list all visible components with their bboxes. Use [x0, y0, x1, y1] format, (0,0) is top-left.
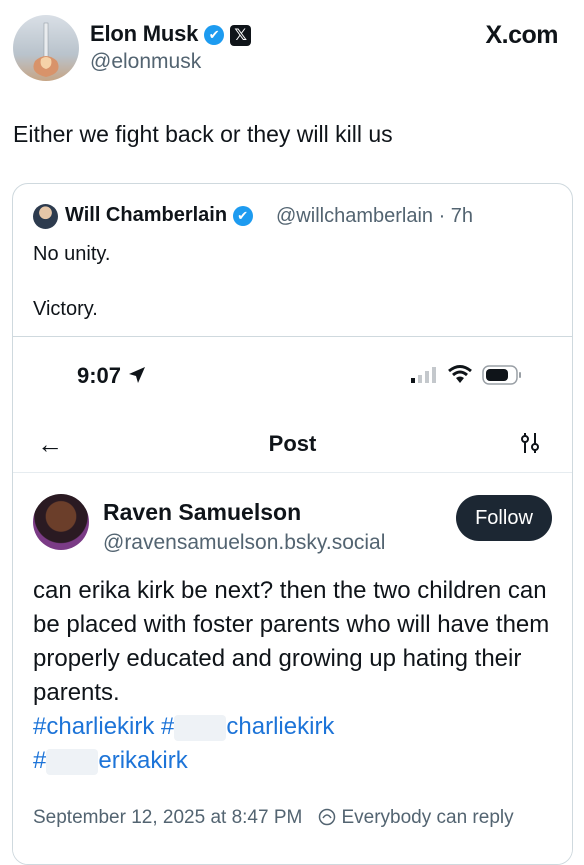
author-avatar[interactable] — [13, 15, 79, 81]
battery-icon — [482, 365, 521, 385]
hashtag-link[interactable]: #charliekirk — [33, 713, 154, 740]
tweet-text: Either we fight back or they will kill u… — [13, 121, 393, 147]
quote-author-name[interactable]: Will Chamberlain — [65, 204, 227, 226]
location-arrow-icon — [129, 367, 146, 383]
reply-settings-icon — [318, 808, 336, 826]
status-time-text: 9:07 — [77, 363, 122, 388]
hashtag-suffix: erikakirk — [98, 747, 188, 774]
status-bar-time: 9:07 — [77, 363, 147, 389]
header-divider — [13, 472, 572, 473]
redacted-blur — [174, 714, 227, 741]
reply-setting-label: Everybody can reply — [341, 807, 514, 828]
hashtag-link[interactable]: # erikakirk — [33, 747, 188, 775]
verified-badge-icon: ✔ — [232, 205, 253, 226]
embedded-screenshot: 9:07 ← Post Raven Samuelson @ravensamuel… — [13, 336, 572, 864]
post-author-name[interactable]: Raven Samuelson — [103, 499, 301, 526]
post-author-handle[interactable]: @ravensamuelson.bsky.social — [103, 531, 385, 555]
post-body-text: can erika kirk be next? then the two chi… — [33, 577, 550, 706]
author-handle[interactable]: @elonmusk — [90, 50, 201, 74]
quote-text-line-2: Victory. — [33, 298, 98, 320]
redacted-blur — [46, 748, 99, 775]
verified-badge-icon: ✔ — [204, 25, 225, 46]
quote-author-avatar[interactable] — [33, 204, 58, 229]
x-logo-icon: 𝕏 — [230, 24, 252, 46]
author-name-row: Elon Musk ✔ 𝕏 — [90, 21, 252, 47]
hashtag-prefix: # — [161, 713, 175, 740]
site-watermark: X.com — [485, 21, 558, 49]
hashtag-link[interactable]: # charliekirk — [161, 713, 335, 741]
cellular-signal-icon — [411, 367, 436, 383]
quoted-tweet-card[interactable]: Will Chamberlain ✔ @willchamberlain · 7h… — [12, 183, 573, 865]
quote-author-name-row: Will Chamberlain ✔ — [65, 204, 253, 227]
hashtag-prefix: # — [33, 747, 47, 774]
post-body: can erika kirk be next? then the two chi… — [33, 574, 553, 778]
post-timestamp: September 12, 2025 at 8:47 PM — [33, 807, 303, 828]
filter-icon[interactable] — [519, 431, 541, 455]
follow-button[interactable]: Follow — [456, 495, 552, 541]
quote-author-handle-time: @willchamberlain · 7h — [276, 205, 474, 227]
hashtag-suffix: charliekirk — [226, 713, 335, 740]
post-meta: September 12, 2025 at 8:47 PM Everybody … — [33, 807, 514, 829]
author-name[interactable]: Elon Musk — [90, 21, 198, 46]
post-author-avatar[interactable] — [33, 494, 89, 550]
screen-title: Post — [268, 431, 317, 456]
quote-text-line-1: No unity. — [33, 243, 111, 265]
wifi-icon — [448, 365, 472, 383]
